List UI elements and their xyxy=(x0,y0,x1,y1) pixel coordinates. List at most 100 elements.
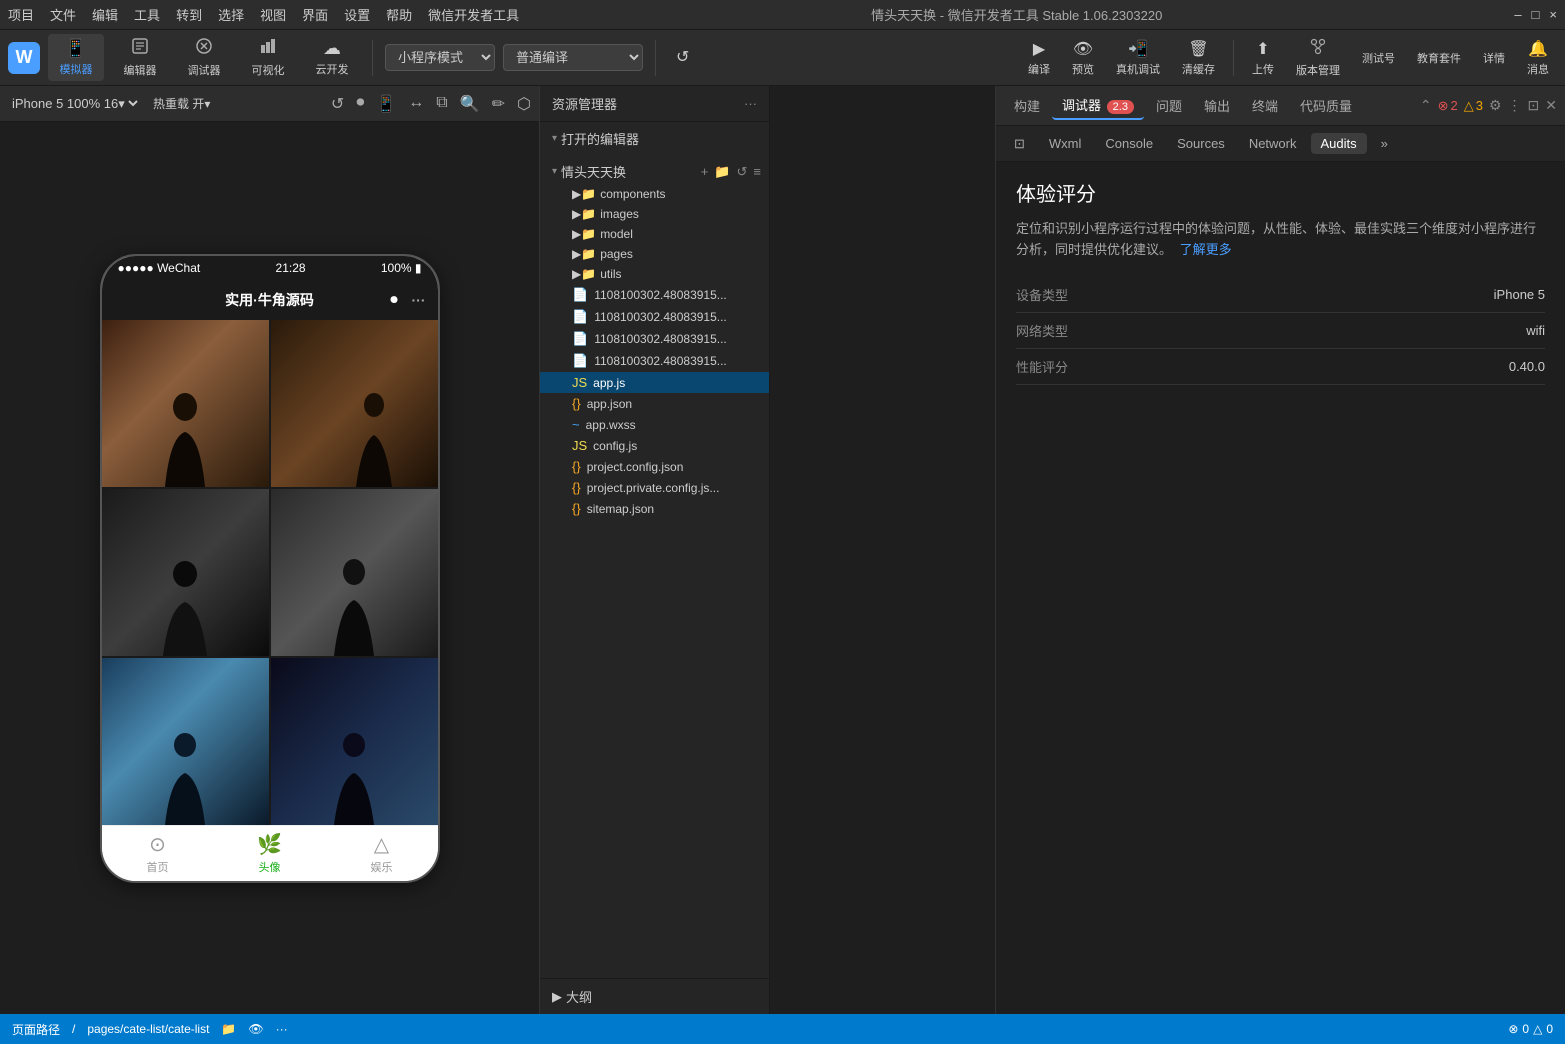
debugger-button[interactable]: 调试器 xyxy=(176,33,232,82)
status-error-icon: ⊗ xyxy=(1508,1022,1518,1036)
file-app-json[interactable]: {} app.json xyxy=(540,393,769,414)
minimize-button[interactable]: – xyxy=(1514,7,1521,22)
inner-tab-wxml[interactable]: Wxml xyxy=(1039,133,1092,154)
hot-reset-button[interactable]: 热重载 开▾ xyxy=(153,95,210,112)
preview-button[interactable]: 👁 预览 xyxy=(1064,35,1102,81)
edu-kit-button[interactable]: 教育套件 xyxy=(1409,46,1469,70)
expand-up-icon[interactable]: ⌃ xyxy=(1420,97,1432,114)
tab-output[interactable]: 输出 xyxy=(1194,92,1240,119)
sim-paint-icon[interactable]: 🔍 xyxy=(460,94,480,114)
project-collapse-icon[interactable]: ≡ xyxy=(753,164,761,180)
settings-icon[interactable]: ⚙ xyxy=(1489,97,1502,114)
folder-components[interactable]: ▶ 📁 components xyxy=(540,184,769,204)
project-folder-icon[interactable]: 📁 xyxy=(714,164,730,180)
folder-images[interactable]: ▶ 📁 images xyxy=(540,204,769,224)
project-add-icon[interactable]: + xyxy=(701,164,709,180)
explorer-bottom[interactable]: ▶ 大纲 xyxy=(540,978,769,1014)
file-project-private[interactable]: {} project.private.config.js... xyxy=(540,477,769,498)
sim-copy-icon[interactable]: ⧉ xyxy=(436,94,447,114)
inner-tab-network[interactable]: Network xyxy=(1239,133,1307,154)
nav-more-icon[interactable]: ··· xyxy=(412,292,426,308)
photo-cell-1[interactable] xyxy=(102,320,269,487)
menu-item-wechat[interactable]: 微信开发者工具 xyxy=(428,5,519,24)
sim-toolbar-icons: ↺ ⏺ 📱 ↔ ⧉ 🔍 ✏ ⬡ xyxy=(331,94,531,114)
folder-icon-status[interactable]: 📁 xyxy=(221,1022,236,1036)
audit-learn-more-link[interactable]: 了解更多 xyxy=(1180,242,1232,257)
folder-utils[interactable]: ▶ 📁 utils xyxy=(540,264,769,284)
clear-cache-button[interactable]: 🗑 清缓存 xyxy=(1174,35,1223,81)
file-app-wxss[interactable]: ~ app.wxss xyxy=(540,414,769,435)
real-test-button[interactable]: 📲 真机调试 xyxy=(1108,35,1168,81)
tab-code-quality[interactable]: 代码质量 xyxy=(1290,92,1362,119)
tab-terminal[interactable]: 终端 xyxy=(1242,92,1288,119)
tab-build[interactable]: 构建 xyxy=(1004,92,1050,119)
tab-debugger[interactable]: 调试器 2.3 xyxy=(1052,91,1144,120)
folder-model[interactable]: ▶ 📁 model xyxy=(540,224,769,244)
compile-run-button[interactable]: ▶ 编译 xyxy=(1020,35,1058,81)
project-label[interactable]: ▾ 情头天天换 + 📁 ↺ ≡ xyxy=(540,159,769,184)
inner-tab-more[interactable]: » xyxy=(1371,133,1398,154)
eye-icon-status[interactable]: 👁 xyxy=(248,1022,263,1036)
editor-button[interactable]: 编辑器 xyxy=(112,33,168,82)
folder-pages[interactable]: ▶ 📁 pages xyxy=(540,244,769,264)
photo-cell-2[interactable] xyxy=(271,320,438,487)
simulator-button[interactable]: 📱 模拟器 xyxy=(48,34,104,81)
undock-icon[interactable]: ⊡ xyxy=(1528,97,1540,114)
close-devtools-icon[interactable]: ✕ xyxy=(1545,97,1557,114)
file-config-js[interactable]: JS config.js xyxy=(540,435,769,456)
explorer-more-icon[interactable]: ··· xyxy=(744,96,757,111)
nav-avatar[interactable]: 🌿 头像 xyxy=(214,826,326,881)
menu-item-file[interactable]: 文件 xyxy=(50,5,76,24)
file-1108-1[interactable]: 📄 1108100302.48083915... xyxy=(540,284,769,306)
menu-item-view[interactable]: 视图 xyxy=(260,5,286,24)
more-icon[interactable]: ⋮ xyxy=(1508,97,1522,114)
project-refresh-icon[interactable]: ↺ xyxy=(737,164,748,180)
sim-more-icon[interactable]: ✏ xyxy=(492,94,505,114)
inner-tab-inspector[interactable]: ⊡ xyxy=(1004,133,1035,155)
visualize-button[interactable]: 可视化 xyxy=(240,33,296,82)
photo-cell-3[interactable] xyxy=(102,489,269,656)
nav-entertainment[interactable]: △ 娱乐 xyxy=(326,826,438,881)
file-1108-4[interactable]: 📄 1108100302.48083915... xyxy=(540,350,769,372)
more-icon-status[interactable]: ··· xyxy=(276,1022,288,1036)
mode-select[interactable]: 小程序模式 xyxy=(385,44,495,71)
device-select[interactable]: iPhone 5 100% 16▾ xyxy=(8,95,141,112)
menu-item-edit[interactable]: 编辑 xyxy=(92,5,118,24)
maximize-button[interactable]: □ xyxy=(1532,7,1540,22)
menu-item-settings[interactable]: 设置 xyxy=(344,5,370,24)
file-project-config[interactable]: {} project.config.json xyxy=(540,456,769,477)
cloud-button[interactable]: ☁ 云开发 xyxy=(304,34,360,81)
photo-cell-5[interactable] xyxy=(102,658,269,825)
detail-button[interactable]: 详情 xyxy=(1475,46,1513,70)
photo-cell-4[interactable] xyxy=(271,489,438,656)
file-sitemap[interactable]: {} sitemap.json xyxy=(540,498,769,519)
file-app-js[interactable]: JS app.js xyxy=(540,372,769,393)
inner-tab-console[interactable]: Console xyxy=(1095,133,1163,154)
menu-item-tools[interactable]: 工具 xyxy=(134,5,160,24)
sim-rotate-icon[interactable]: ↔ xyxy=(408,94,424,114)
inner-tab-audits[interactable]: Audits xyxy=(1311,133,1367,154)
menu-item-project[interactable]: 项目 xyxy=(8,5,34,24)
refresh-button[interactable]: ↺ xyxy=(668,43,697,73)
menu-item-help[interactable]: 帮助 xyxy=(386,5,412,24)
sim-refresh-icon[interactable]: ↺ xyxy=(331,94,344,114)
menu-item-goto[interactable]: 转到 xyxy=(176,5,202,24)
file-1108-3[interactable]: 📄 1108100302.48083915... xyxy=(540,328,769,350)
version-manager-button[interactable]: 版本管理 xyxy=(1288,33,1348,82)
sim-phone-icon[interactable]: 📱 xyxy=(376,94,396,114)
file-1108-2[interactable]: 📄 1108100302.48083915... xyxy=(540,306,769,328)
inner-tab-sources[interactable]: Sources xyxy=(1167,133,1235,154)
tab-issues[interactable]: 问题 xyxy=(1146,92,1192,119)
sim-record-icon[interactable]: ⏺ xyxy=(356,94,364,114)
nav-home[interactable]: ⊙ 首页 xyxy=(102,826,214,881)
compile-select[interactable]: 普通编译 xyxy=(503,44,643,71)
test-number-button[interactable]: 测试号 xyxy=(1354,46,1403,70)
menu-item-interface[interactable]: 界面 xyxy=(302,5,328,24)
close-button[interactable]: × xyxy=(1549,7,1557,22)
upload-button[interactable]: ⬆ 上传 xyxy=(1244,35,1282,81)
sim-hex-icon[interactable]: ⬡ xyxy=(517,94,531,114)
open-editors-label[interactable]: ▾ 打开的编辑器 xyxy=(540,126,769,151)
menu-item-select[interactable]: 选择 xyxy=(218,5,244,24)
photo-cell-6[interactable] xyxy=(271,658,438,825)
message-button[interactable]: 🔔 消息 xyxy=(1519,35,1557,81)
